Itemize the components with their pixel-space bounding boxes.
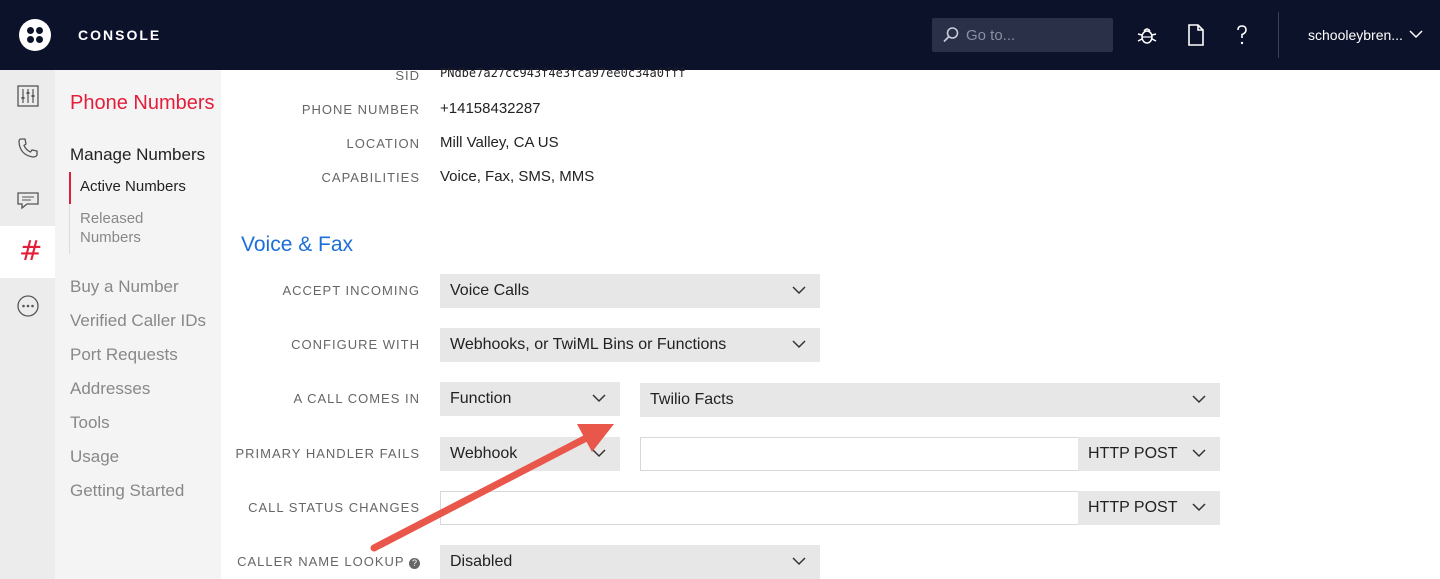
configure-with-select[interactable]: Webhooks, or TwiML Bins or Functions [440,328,820,362]
chevron-down-icon [1192,503,1206,512]
chevron-down-icon[interactable] [1409,29,1423,39]
rail-item-more[interactable] [0,280,55,332]
dashboard-sliders-icon [17,85,39,107]
twilio-logo-icon[interactable] [19,19,51,51]
caller-name-lookup-select[interactable]: Disabled [440,545,820,579]
sid-label: SID [395,68,420,83]
status-callback-method-value: HTTP POST [1088,499,1178,516]
capabilities-label: CAPABILITIES [321,170,420,185]
nav-usage[interactable]: Usage [70,447,119,467]
rail-item-voice[interactable] [0,122,55,174]
accept-incoming-select[interactable]: Voice Calls [440,274,820,308]
nav-group-line [69,204,70,254]
call-comes-in-function-value: Twilio Facts [650,391,734,408]
capabilities-value: Voice, Fax, SMS, MMS [440,168,595,185]
hash-icon: # [19,234,43,267]
phone-numbers-nav: Phone Numbers Manage Numbers Active Numb… [55,70,221,579]
nav-title[interactable]: Phone Numbers [70,92,215,115]
call-comes-in-type-value: Function [450,390,512,407]
status-callback-url-input[interactable] [440,491,1080,525]
help-question-icon[interactable] [1230,23,1254,47]
debugger-bug-icon[interactable] [1135,23,1159,47]
account-menu[interactable]: schooleybren... [1308,27,1403,43]
phone-number-value: +14158432287 [440,100,541,117]
docs-icon[interactable] [1184,23,1208,47]
primary-fails-method-select[interactable]: HTTP POST [1078,437,1220,471]
primary-fails-method-value: HTTP POST [1088,445,1178,462]
configure-with-value: Webhooks, or TwiML Bins or Functions [450,336,727,353]
chevron-down-icon [792,340,806,349]
caller-name-lookup-value: Disabled [450,553,513,570]
sid-value: PNdbe7a27cc943f4e3fca97ee0c34a0fff [440,66,686,80]
location-label: LOCATION [346,136,420,151]
rail-item-phone-numbers[interactable]: # [0,226,55,278]
console-brand[interactable]: CONSOLE [78,27,161,43]
nav-verified-caller-ids[interactable]: Verified Caller IDs [70,311,206,331]
chevron-down-icon [1192,395,1206,404]
product-rail: # [0,70,55,579]
call-comes-in-type-select[interactable]: Function [440,382,620,416]
chat-bubble-icon [17,192,39,210]
chevron-down-icon [792,286,806,295]
nav-port-requests[interactable]: Port Requests [70,345,178,365]
nav-buy-number[interactable]: Buy a Number [70,277,179,297]
search-box[interactable] [932,18,1113,52]
topbar-divider [1278,12,1279,58]
call-status-changes-label: CALL STATUS CHANGES [248,500,420,515]
call-comes-in-label: A CALL COMES IN [293,391,420,406]
accept-incoming-label: ACCEPT INCOMING [282,283,420,298]
primary-fails-type-select[interactable]: Webhook [440,437,620,471]
rail-item-dashboard[interactable] [0,70,55,122]
nav-released-numbers[interactable]: Released Numbers [80,209,190,247]
chevron-down-icon [592,449,606,458]
primary-fails-url-input[interactable] [640,437,1080,471]
primary-fails-type-value: Webhook [450,445,518,462]
search-input[interactable] [966,18,1106,52]
active-indicator [69,172,71,204]
accept-incoming-value: Voice Calls [450,282,530,299]
voice-fax-heading: Voice & Fax [241,233,354,256]
search-icon [943,27,959,43]
rail-item-messaging[interactable] [0,174,55,226]
primary-handler-fails-label: PRIMARY HANDLER FAILS [235,446,420,461]
configure-with-label: CONFIGURE WITH [291,337,420,352]
caller-name-lookup-label: CALLER NAME LOOKUP ? [237,554,420,569]
more-ellipsis-icon [17,295,39,317]
nav-addresses[interactable]: Addresses [70,379,150,399]
caller-name-lookup-text: CALLER NAME LOOKUP [237,554,405,569]
nav-tools[interactable]: Tools [70,413,110,433]
call-comes-in-function-select[interactable]: Twilio Facts [640,383,1220,417]
location-value: Mill Valley, CA US [440,134,559,151]
chevron-down-icon [592,394,606,403]
phone-number-label: PHONE NUMBER [301,102,420,117]
status-callback-method-select[interactable]: HTTP POST [1078,491,1220,525]
phone-icon [18,138,38,158]
nav-getting-started[interactable]: Getting Started [70,481,184,501]
nav-active-numbers[interactable]: Active Numbers [80,178,186,195]
top-bar: CONSOLE schooleybren... [0,0,1440,70]
help-circle-icon[interactable]: ? [409,558,420,569]
nav-manage-numbers[interactable]: Manage Numbers [70,145,205,165]
chevron-down-icon [1192,449,1206,458]
chevron-down-icon [792,557,806,566]
